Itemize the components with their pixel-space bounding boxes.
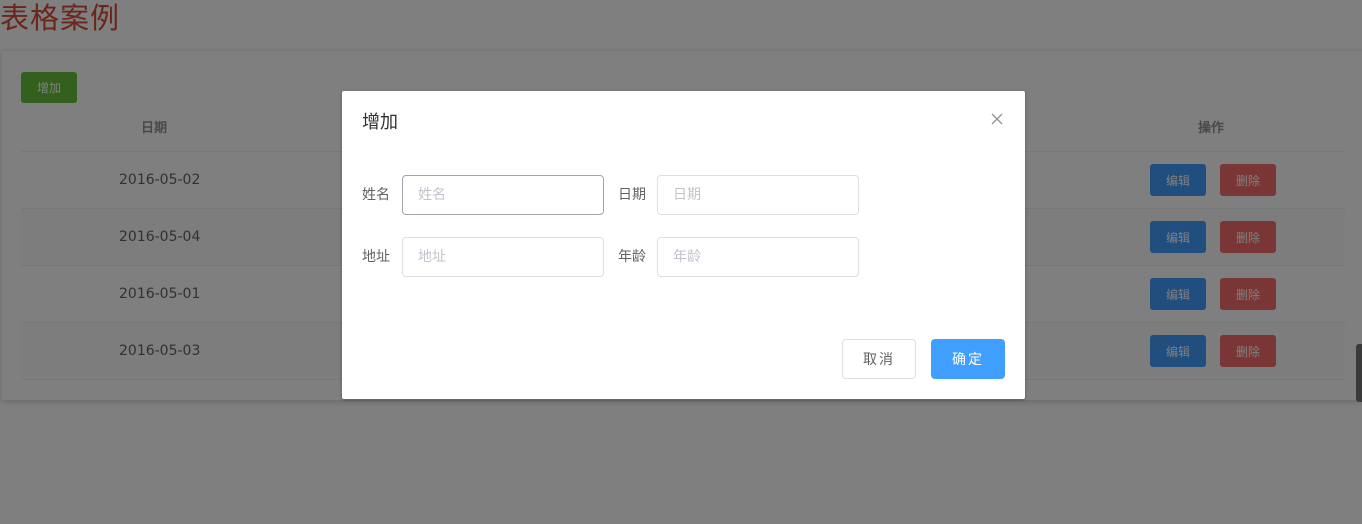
name-label: 姓名: [362, 187, 390, 203]
side-widget[interactable]: [1356, 344, 1362, 402]
address-label: 地址: [362, 249, 390, 265]
close-icon[interactable]: [987, 109, 1007, 129]
age-input[interactable]: [657, 237, 859, 277]
age-label: 年龄: [618, 249, 646, 265]
dialog-title: 增加: [362, 112, 398, 133]
confirm-button[interactable]: 确定: [931, 339, 1005, 379]
date-label: 日期: [618, 187, 646, 203]
address-input[interactable]: [402, 237, 604, 277]
add-dialog: 增加 姓名 日期 地址 年龄 取消 确定: [342, 91, 1025, 399]
date-input[interactable]: [657, 175, 859, 215]
name-input[interactable]: [402, 175, 604, 215]
cancel-button[interactable]: 取消: [842, 339, 916, 379]
